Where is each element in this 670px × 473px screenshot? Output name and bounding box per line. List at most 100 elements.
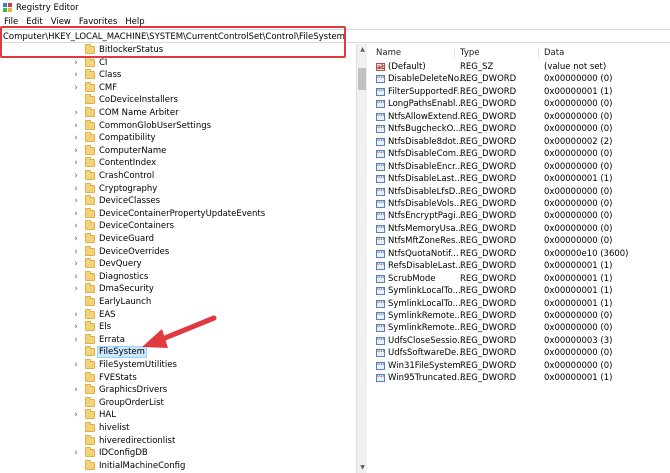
tree-item[interactable]: › Diagnostics bbox=[0, 270, 356, 283]
value-row[interactable]: 0101SymlinkLocalTo...REG_DWORD 0x00000001… bbox=[368, 286, 670, 297]
value-row[interactable]: 0101NtfsDisableVols...REG_DWORD 0x0000000… bbox=[368, 199, 670, 210]
chevron-right-icon[interactable]: › bbox=[72, 196, 80, 206]
tree-item-label: ContentIndex bbox=[99, 158, 157, 169]
value-row[interactable]: 0101Win95Truncated...REG_DWORD 0x00000001… bbox=[368, 373, 670, 384]
value-row[interactable]: 0101NtfsEncryptPagi...REG_DWORD 0x0000000… bbox=[368, 211, 670, 222]
tree-item[interactable]: › Els bbox=[0, 321, 356, 333]
value-row[interactable]: 0101Win31FileSystemREG_DWORD 0x00000000 (… bbox=[368, 361, 670, 372]
tree-item[interactable]: › COM Name Arbiter bbox=[0, 107, 356, 119]
chevron-right-icon[interactable]: › bbox=[72, 385, 80, 395]
chevron-right-icon[interactable]: › bbox=[72, 259, 80, 269]
chevron-right-icon[interactable]: › bbox=[72, 133, 80, 143]
value-row[interactable]: 0101NtfsAllowExtend...REG_DWORD 0x0000000… bbox=[368, 112, 670, 123]
column-header-data[interactable]: Data bbox=[544, 48, 564, 58]
tree-item[interactable]: › GraphicsDrivers bbox=[0, 384, 356, 396]
tree-item[interactable]: › ComputerName bbox=[0, 144, 356, 157]
value-row[interactable]: 0101NtfsDisableEncr...REG_DWORD 0x0000000… bbox=[368, 162, 670, 173]
values-pane[interactable]: Name Type Data ab (Default) REG_SZ (value n… bbox=[368, 44, 670, 473]
scroll-thumb[interactable] bbox=[358, 68, 366, 90]
chevron-right-icon[interactable]: › bbox=[72, 70, 80, 80]
tree-item[interactable]: › FileSystemUtilities bbox=[0, 359, 356, 371]
column-divider[interactable] bbox=[454, 47, 455, 58]
chevron-right-icon[interactable]: › bbox=[72, 221, 80, 231]
chevron-right-icon[interactable]: › bbox=[72, 410, 80, 420]
tree-item[interactable]: FVEStats bbox=[0, 371, 356, 384]
chevron-right-icon[interactable]: › bbox=[72, 58, 80, 68]
tree-item[interactable]: › CommonGlobUserSettings bbox=[0, 119, 356, 132]
value-row[interactable]: 0101NtfsBugcheckO...REG_DWORD 0x00000000 … bbox=[368, 124, 670, 135]
chevron-right-icon[interactable]: › bbox=[72, 322, 80, 332]
chevron-right-icon[interactable]: › bbox=[72, 272, 80, 282]
value-row[interactable]: 0101SymlinkRemote...REG_DWORD 0x00000000 … bbox=[368, 311, 670, 322]
value-row[interactable]: 0101LongPathsEnabl...REG_DWORD 0x00000000… bbox=[368, 99, 670, 110]
tree-item[interactable]: hivelist bbox=[0, 422, 356, 434]
value-name: RefsDisableLast... bbox=[388, 261, 464, 272]
value-row[interactable]: 0101DisableDeleteNo...REG_DWORD 0x0000000… bbox=[368, 74, 670, 85]
reg-dword-icon: 0101 bbox=[376, 361, 385, 370]
value-row[interactable]: 0101ScrubMode REG_DWORD 0x00000001 (1) bbox=[368, 274, 670, 285]
chevron-right-icon[interactable]: › bbox=[72, 310, 80, 320]
value-row[interactable]: 0101RefsDisableLast...REG_DWORD 0x0000000… bbox=[368, 261, 670, 272]
tree-item[interactable]: › DeviceOverrides bbox=[0, 245, 356, 258]
chevron-right-icon[interactable]: › bbox=[72, 108, 80, 118]
chevron-right-icon[interactable]: › bbox=[72, 83, 80, 93]
value-row[interactable]: 0101NtfsMftZoneRes...REG_DWORD 0x00000000… bbox=[368, 236, 670, 247]
chevron-right-icon[interactable]: › bbox=[72, 158, 80, 168]
value-row[interactable]: 0101FilterSupportedF...REG_DWORD 0x000000… bbox=[368, 87, 670, 98]
tree-item[interactable]: › Compatibility bbox=[0, 132, 356, 144]
tree-item[interactable]: › CMF bbox=[0, 81, 356, 94]
tree-item[interactable]: › Errata bbox=[0, 333, 356, 346]
value-row[interactable]: 0101NtfsDisable8dot...REG_DWORD 0x0000000… bbox=[368, 137, 670, 148]
chevron-right-icon[interactable]: › bbox=[72, 360, 80, 370]
registry-tree[interactable]: BitlockerStatus › CI › Class › CMF CoDeviceInst… bbox=[0, 44, 356, 473]
chevron-right-icon[interactable]: › bbox=[72, 209, 80, 219]
tree-item[interactable]: › DmaSecurity bbox=[0, 283, 356, 295]
folder-icon bbox=[85, 396, 95, 407]
tree-item[interactable]: › IDConfigDB bbox=[0, 447, 356, 459]
tree-item[interactable]: › DeviceGuard bbox=[0, 233, 356, 245]
value-row[interactable]: 0101UdfsCloseSessio...REG_DWORD 0x0000000… bbox=[368, 336, 670, 347]
value-row[interactable]: ab (Default) REG_SZ (value not set) bbox=[368, 62, 670, 73]
tree-scrollbar[interactable]: ▲ ▼ bbox=[356, 44, 367, 473]
value-row[interactable]: 0101SymlinkRemote...REG_DWORD 0x00000000 … bbox=[368, 323, 670, 334]
value-row[interactable]: 0101UdfsSoftwareDe...REG_DWORD 0x00000000… bbox=[368, 348, 670, 359]
chevron-right-icon[interactable]: › bbox=[72, 146, 80, 156]
tree-item[interactable]: › ContentIndex bbox=[0, 157, 356, 169]
tree-item[interactable]: › Class bbox=[0, 69, 356, 81]
value-row[interactable]: 0101NtfsDisableCom...REG_DWORD 0x00000000… bbox=[368, 149, 670, 160]
chevron-right-icon[interactable]: › bbox=[72, 184, 80, 194]
tree-item[interactable]: › CrashControl bbox=[0, 170, 356, 182]
tree-item[interactable]: › DeviceClasses bbox=[0, 195, 356, 207]
tree-item[interactable]: › EAS bbox=[0, 308, 356, 321]
column-divider[interactable] bbox=[538, 47, 539, 58]
tree-item[interactable]: InitialMachineConfig bbox=[0, 459, 356, 472]
column-header-type[interactable]: Type bbox=[460, 48, 480, 58]
tree-item[interactable]: hiveredirectionlist bbox=[0, 434, 356, 447]
column-header-name[interactable]: Name bbox=[376, 48, 401, 58]
value-row[interactable]: 0101SymlinkLocalTo...REG_DWORD 0x00000001… bbox=[368, 299, 670, 310]
chevron-right-icon[interactable]: › bbox=[72, 448, 80, 458]
chevron-right-icon[interactable]: › bbox=[72, 171, 80, 181]
tree-item[interactable]: › HAL bbox=[0, 409, 356, 421]
value-row[interactable]: 0101NtfsMemoryUsa...REG_DWORD 0x00000000 … bbox=[368, 224, 670, 235]
chevron-right-icon[interactable]: › bbox=[72, 335, 80, 345]
value-name: NtfsBugcheckO... bbox=[388, 124, 462, 135]
tree-item[interactable]: EarlyLaunch bbox=[0, 296, 356, 308]
value-row[interactable]: 0101NtfsDisableLfsD...REG_DWORD 0x0000000… bbox=[368, 187, 670, 198]
value-row[interactable]: 0101NtfsQuotaNotif...REG_DWORD 0x00000e10… bbox=[368, 249, 670, 260]
tree-item[interactable]: › DeviceContainerPropertyUpdateEvents bbox=[0, 207, 356, 220]
chevron-right-icon[interactable]: › bbox=[72, 121, 80, 131]
chevron-right-icon[interactable]: › bbox=[72, 247, 80, 257]
chevron-right-icon[interactable]: › bbox=[72, 234, 80, 244]
scroll-up-icon[interactable]: ▲ bbox=[357, 44, 368, 55]
scroll-down-icon[interactable]: ▼ bbox=[357, 462, 368, 473]
tree-item[interactable]: › CI bbox=[0, 56, 356, 69]
tree-item[interactable]: CoDeviceInstallers bbox=[0, 94, 356, 106]
tree-item[interactable]: GroupOrderList bbox=[0, 396, 356, 409]
tree-item[interactable]: › DevQuery bbox=[0, 258, 356, 270]
tree-item[interactable]: › Cryptography bbox=[0, 182, 356, 195]
tree-item-selected[interactable]: FileSystem bbox=[0, 346, 356, 359]
chevron-right-icon[interactable]: › bbox=[72, 284, 80, 294]
value-row[interactable]: 0101NtfsDisableLast...REG_DWORD 0x0000000… bbox=[368, 174, 670, 185]
tree-item[interactable]: › DeviceContainers bbox=[0, 220, 356, 232]
